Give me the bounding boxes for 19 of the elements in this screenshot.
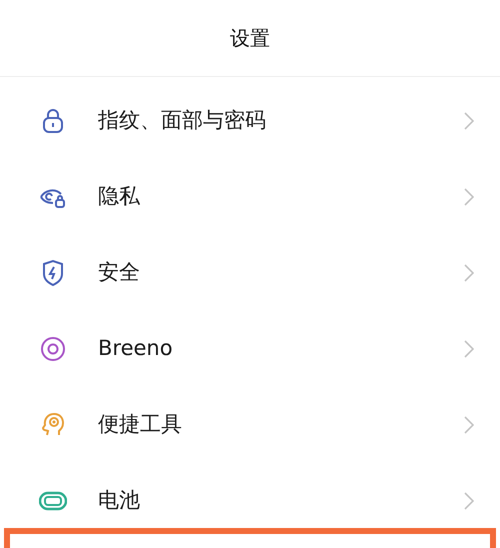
- item-label: 安全: [98, 259, 141, 286]
- chevron-right-icon: [464, 340, 474, 358]
- item-label: 指纹、面部与密码: [98, 107, 267, 134]
- settings-item[interactable]: 便捷工具: [0, 387, 500, 463]
- item-label: 便捷工具: [98, 411, 183, 438]
- settings-item[interactable]: 隐私: [0, 159, 500, 235]
- page-title: 设置: [230, 25, 270, 52]
- settings-item[interactable]: 指纹、面部与密码: [0, 83, 500, 159]
- chevron-right-icon: [464, 492, 474, 510]
- settings-item[interactable]: 安全: [0, 235, 500, 311]
- settings-item[interactable]: Breeno: [0, 311, 500, 387]
- chevron-right-icon: [464, 416, 474, 434]
- chevron-right-icon: [464, 112, 474, 130]
- settings-item[interactable]: 电池: [0, 463, 500, 539]
- chevron-right-icon: [464, 188, 474, 206]
- item-label: 电池: [98, 487, 141, 514]
- item-label: Breeno: [98, 335, 174, 362]
- chevron-right-icon: [464, 264, 474, 282]
- item-label: 隐私: [98, 183, 141, 210]
